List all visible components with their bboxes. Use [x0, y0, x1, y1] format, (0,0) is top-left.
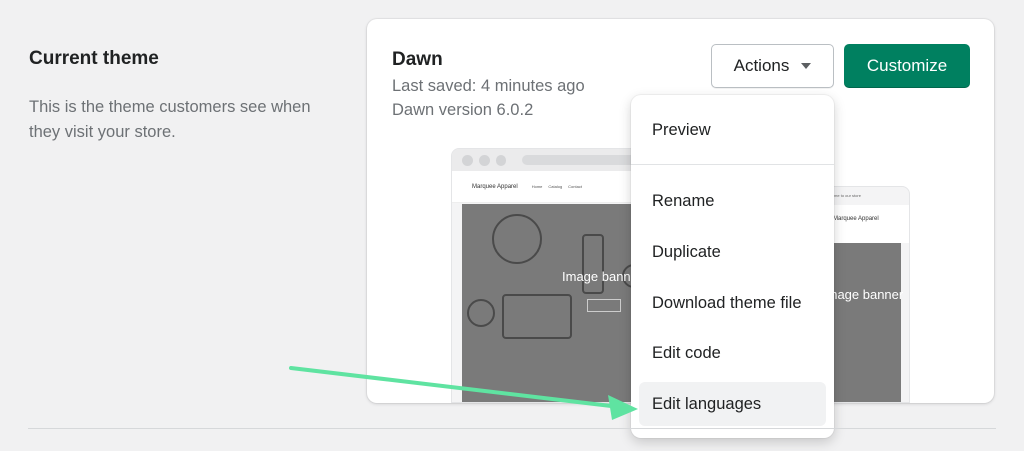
menu-item-rename[interactable]: Rename	[639, 179, 826, 223]
caret-down-icon	[801, 63, 812, 69]
decor-shape	[502, 294, 572, 339]
menu-item-edit-code[interactable]: Edit code	[639, 331, 826, 375]
preview-nav-item: Contact	[568, 184, 582, 189]
section-description: This is the theme customers see when the…	[29, 98, 311, 141]
customize-button-label: Customize	[866, 56, 948, 75]
preview-nav-item: Home	[531, 184, 543, 189]
preview-nav-item: Catalog	[548, 184, 563, 189]
decor-shape	[467, 299, 495, 327]
menu-item-edit-languages[interactable]: Edit languages	[639, 382, 826, 426]
window-dot-icon	[462, 154, 473, 166]
preview-nav: Home Catalog Contact	[532, 184, 582, 189]
preview-logo: Marquee Apparel	[472, 183, 518, 190]
section-divider	[28, 428, 996, 429]
section-title: Current theme	[29, 48, 159, 69]
browser-bar	[452, 149, 650, 171]
actions-button-label: Actions	[733, 56, 790, 75]
menu-item-download-theme-file[interactable]: Download theme file	[639, 281, 826, 325]
theme-name: Dawn	[392, 49, 443, 70]
decor-shape	[492, 214, 542, 264]
preview-image-banner	[462, 204, 650, 402]
customize-button[interactable]: Customize	[844, 44, 970, 88]
menu-item-duplicate[interactable]: Duplicate	[639, 230, 826, 274]
actions-menu: Preview Rename Duplicate Download theme …	[631, 95, 834, 438]
desktop-theme-preview: Marquee Apparel Home Catalog Contact Ima…	[451, 148, 651, 403]
menu-divider	[631, 164, 834, 165]
window-dot-icon	[478, 154, 490, 166]
menu-item-preview[interactable]: Preview	[639, 108, 826, 152]
mobile-logo: Marquee Apparel	[833, 216, 879, 222]
preview-banner-button	[587, 299, 621, 312]
last-saved-text: Last saved: 4 minutes ago	[392, 77, 585, 95]
decor-shape	[582, 234, 604, 294]
mobile-banner-title: Image banner	[823, 287, 904, 302]
window-dot-icon	[495, 154, 507, 166]
actions-button[interactable]: Actions	[711, 44, 834, 88]
theme-version-text: Dawn version 6.0.2	[392, 101, 534, 119]
preview-site-header: Marquee Apparel Home Catalog Contact	[452, 171, 650, 203]
